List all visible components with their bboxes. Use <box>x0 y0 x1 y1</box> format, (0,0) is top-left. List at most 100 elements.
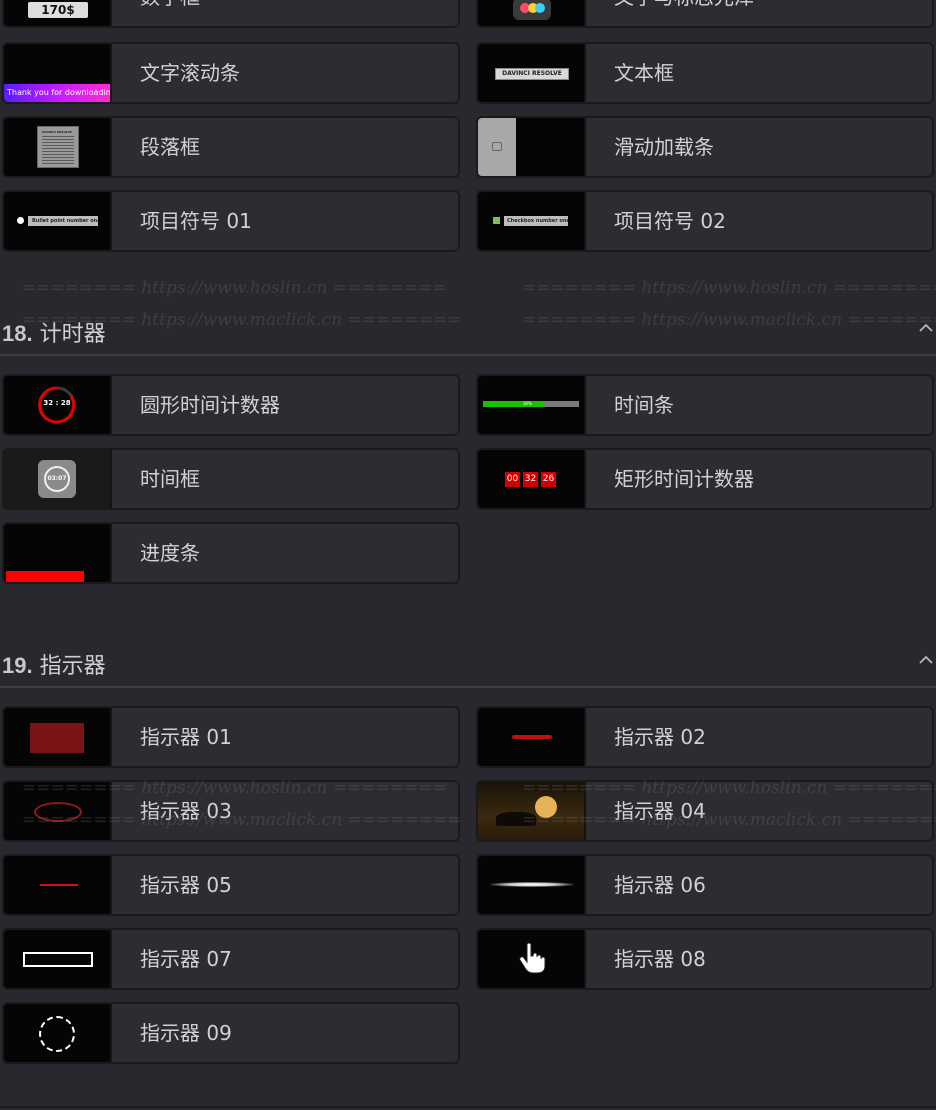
card-indicator-06[interactable]: 指示器 06 <box>476 854 934 916</box>
card-time-bar[interactable]: 30% 时间条 <box>476 374 934 436</box>
indicator-05-thumbnail <box>4 856 110 914</box>
bottom-divider <box>0 1106 936 1108</box>
rect-timer-digit: 00 <box>505 472 520 487</box>
card-indicator-05[interactable]: 指示器 05 <box>2 854 460 916</box>
paragraph-box-thumbnail: DAVINCI RESOLVE <box>4 118 110 176</box>
card-slide-loading-bar[interactable]: 滑动加载条 <box>476 116 934 178</box>
card-label: 指示器 01 <box>140 725 232 749</box>
card-indicator-03[interactable]: 指示器 03 <box>2 780 460 842</box>
card-label: 数字框 <box>140 0 200 26</box>
card-bullet-01[interactable]: Bullet point number one 项目符号 01 <box>2 190 460 252</box>
rect-timer-thumbnail: 00 32 26 <box>478 450 584 508</box>
chevron-up-icon[interactable] <box>918 320 934 336</box>
card-indicator-08[interactable]: 指示器 08 <box>476 928 934 990</box>
hand-pointer-icon <box>519 942 546 974</box>
card-label: 时间框 <box>140 467 200 491</box>
section-title-text: 计时器 <box>39 322 106 347</box>
card-label: 指示器 07 <box>140 947 232 971</box>
card-label: 段落框 <box>140 135 200 159</box>
card-label: 文字与标志光泽 <box>614 0 754 26</box>
card-rect-timer[interactable]: 00 32 26 矩形时间计数器 <box>476 448 934 510</box>
number-box-thumbnail: 170$ <box>4 0 110 26</box>
card-progress-bar[interactable]: 进度条 <box>2 522 460 584</box>
indicator-06-thumbnail <box>478 856 584 914</box>
card-bullet-02[interactable]: Checkbox number one 项目符号 02 <box>476 190 934 252</box>
card-label: 指示器 02 <box>614 725 706 749</box>
checkbox-thumb-text: Checkbox number one <box>504 216 568 226</box>
circle-timer-text: 32 : 28 <box>43 399 71 407</box>
davinci-logo-icon <box>513 0 551 20</box>
card-label: 指示器 03 <box>140 799 232 823</box>
card-label: 矩形时间计数器 <box>614 467 754 491</box>
progress-fill <box>6 571 84 582</box>
indicator-03-thumbnail <box>4 782 110 840</box>
bullet-thumb-text: Bullet point number one <box>28 216 98 226</box>
section-19-title[interactable]: 19. 指示器 <box>2 648 106 680</box>
scroll-bar-thumb-text: Thank you for downloading <box>7 88 110 97</box>
sun-icon <box>535 796 557 818</box>
card-label: 指示器 05 <box>140 873 232 897</box>
indicator-09-thumbnail <box>4 1004 110 1062</box>
card-label: 圆形时间计数器 <box>140 393 280 417</box>
loading-icon <box>492 142 502 151</box>
number-box-thumb-text: 170$ <box>28 2 88 18</box>
card-indicator-09[interactable]: 指示器 09 <box>2 1002 460 1064</box>
indicator-08-thumbnail <box>478 930 584 988</box>
rectangle-outline-icon <box>23 952 93 967</box>
slide-loading-thumbnail <box>478 118 584 176</box>
watermark: ======== https://www.hoslin.cn ======== <box>22 278 447 298</box>
watermark: ======== https://www.hoslin.cn ======== <box>522 278 936 298</box>
card-indicator-07[interactable]: 指示器 07 <box>2 928 460 990</box>
section-18-title[interactable]: 18. 计时器 <box>2 316 106 348</box>
circle-timer-thumbnail: 32 : 28 <box>4 376 110 434</box>
card-time-box[interactable]: 03:07 时间框 <box>2 448 460 510</box>
time-box-thumbnail: 03:07 <box>4 450 110 508</box>
text-scroll-thumbnail: Thank you for downloading <box>4 44 110 102</box>
card-label: 滑动加载条 <box>614 135 714 159</box>
section-number: 18. <box>2 321 33 346</box>
time-bar-thumb-text: 30% <box>523 401 532 406</box>
card-label: 项目符号 02 <box>614 209 726 233</box>
card-label: 指示器 08 <box>614 947 706 971</box>
text-box-thumb-text: DAVINCI RESOLVE <box>495 68 569 80</box>
davinci-logo-thumbnail <box>478 0 584 26</box>
card-label: 指示器 04 <box>614 799 706 823</box>
chevron-up-icon[interactable] <box>918 652 934 668</box>
rect-timer-digit: 26 <box>541 472 556 487</box>
card-label: 文字滚动条 <box>140 61 240 85</box>
progress-bar-thumbnail <box>4 524 110 582</box>
card-label: 指示器 06 <box>614 873 706 897</box>
time-box-thumb-text: 03:07 <box>44 466 70 492</box>
checkbox-icon <box>493 217 500 224</box>
card-circle-timer[interactable]: 32 : 28 圆形时间计数器 <box>2 374 460 436</box>
card-paragraph-box[interactable]: DAVINCI RESOLVE 段落框 <box>2 116 460 178</box>
section-title-text: 指示器 <box>39 654 106 679</box>
card-label: 指示器 09 <box>140 1021 232 1045</box>
dashed-circle-icon <box>39 1016 75 1052</box>
card-label: 时间条 <box>614 393 674 417</box>
indicator-07-thumbnail <box>4 930 110 988</box>
card-indicator-01[interactable]: 指示器 01 <box>2 706 460 768</box>
card-indicator-02[interactable]: 指示器 02 <box>476 706 934 768</box>
rect-timer-digit: 32 <box>523 472 538 487</box>
card-number-box[interactable]: 170$ 数字框 <box>2 0 460 28</box>
card-text-scroll-bar[interactable]: Thank you for downloading 文字滚动条 <box>2 42 460 104</box>
text-box-thumbnail: DAVINCI RESOLVE <box>478 44 584 102</box>
section-divider <box>0 686 936 688</box>
bullet-point-thumbnail: Bullet point number one <box>4 192 110 250</box>
indicator-02-thumbnail <box>478 708 584 766</box>
card-label: 进度条 <box>140 541 200 565</box>
section-divider <box>0 354 936 356</box>
time-bar-thumbnail: 30% <box>478 376 584 434</box>
watermark: ======== https://www.maclick.cn ======== <box>522 310 936 330</box>
checkbox-thumbnail: Checkbox number one <box>478 192 584 250</box>
card-text-logo-shine[interactable]: 文字与标志光泽 <box>476 0 934 28</box>
card-label: 项目符号 01 <box>140 209 252 233</box>
card-label: 文本框 <box>614 61 674 85</box>
paragraph-thumb-heading: DAVINCI RESOLVE <box>42 130 72 134</box>
card-indicator-04[interactable]: 指示器 04 <box>476 780 934 842</box>
card-text-box[interactable]: DAVINCI RESOLVE 文本框 <box>476 42 934 104</box>
indicator-04-thumbnail <box>478 782 584 840</box>
section-number: 19. <box>2 653 33 678</box>
indicator-01-thumbnail <box>4 708 110 766</box>
